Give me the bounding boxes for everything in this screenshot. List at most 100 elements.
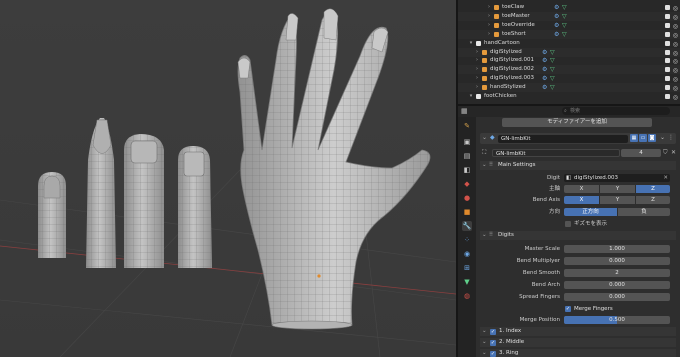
collapse-arrow-icon[interactable]: ▾ [468,92,474,101]
main-settings-panel-header[interactable]: ⌄ ⠿ Main Settings [480,161,676,170]
constraints-tab-icon[interactable]: ⊞ [462,263,472,273]
viewport-toggle-icon[interactable]: ▭ [639,134,647,142]
outliner-item[interactable]: › handStylized ⚙ ▽ ◎ [458,83,680,93]
exclude-checkbox[interactable] [665,67,670,73]
finger-short[interactable] [38,172,66,258]
exclude-checkbox[interactable] [665,49,670,55]
material-tab-icon[interactable]: ◍ [462,291,472,301]
add-modifier-button[interactable]: モディファイアーを追加 [502,118,652,127]
scene-tab-icon[interactable]: ◆ [462,179,472,189]
3d-viewport[interactable] [0,0,456,357]
expand-arrow-icon[interactable]: › [474,56,480,65]
particles-tab-icon[interactable]: ⁘ [462,235,472,245]
modifier-name-field[interactable]: GN-limbKit [498,134,628,143]
ring-enable-checkbox[interactable]: ✓ [490,350,496,357]
mesh-data-icon[interactable]: ▽ [550,56,555,65]
bend-axis-z[interactable]: Z [636,196,670,204]
expand-arrow-icon[interactable]: › [474,83,480,92]
object-tab-icon[interactable]: ■ [462,207,472,217]
tool-tab-icon[interactable]: ✎ [462,121,472,131]
mesh-data-icon[interactable]: ▽ [562,21,567,30]
master-scale-field[interactable]: 1.000 [564,245,670,253]
modifier-wrench-icon[interactable]: ⚙ [542,56,547,65]
outliner-item[interactable]: › digiStylized ⚙ ▽ ◎ [458,47,680,57]
digits-panel-header[interactable]: ⌄ ⠿ Digits [480,231,676,240]
modifier-wrench-icon[interactable]: ⚙ [542,65,547,74]
finger-flat-nail[interactable] [178,146,212,268]
drag-handle-icon[interactable]: ⋮ [668,134,674,141]
digit-object-field[interactable]: ◧ digiStylized.003 ✕ [564,174,670,182]
render-tab-icon[interactable]: ▣ [462,137,472,147]
node-group-field[interactable]: GN-limbKit [492,148,620,157]
exclude-checkbox[interactable] [665,85,670,91]
world-tab-icon[interactable]: ● [462,193,472,203]
physics-tab-icon[interactable]: ◉ [462,249,472,259]
outliner-item[interactable]: ▾ footChicken ◎ [458,92,680,101]
bend-axis-x[interactable]: X [564,196,599,204]
node-tree-icon[interactable]: ⛶ [482,148,486,157]
mesh-data-icon[interactable]: ▽ [562,30,567,39]
main-axis-y[interactable]: Y [600,185,635,193]
modifier-wrench-icon[interactable]: ⚙ [554,21,559,30]
outliner-item[interactable]: ▾ handCartoon ◎ [458,39,680,48]
main-axis-x[interactable]: X [564,185,599,193]
exclude-checkbox[interactable] [665,5,670,10]
exclude-checkbox[interactable] [665,40,670,46]
modifier-wrench-icon[interactable]: ⚙ [542,48,547,57]
modifier-wrench-icon[interactable]: ⚙ [554,12,559,21]
expand-arrow-icon[interactable]: › [474,48,480,57]
collapse-chevron-icon[interactable]: ⌄ [482,134,487,141]
modifier-wrench-icon[interactable]: ⚙ [542,74,547,83]
bend-smooth-field[interactable]: 2 [564,269,670,277]
mesh-data-icon[interactable]: ▽ [550,83,555,92]
outliner-item[interactable]: › digiStylized.001 ⚙ ▽ ◎ [458,56,680,65]
merge-fingers-checkbox[interactable]: ✓ [565,306,571,312]
properties-search-input[interactable]: ⌕ 検索 [562,107,670,115]
exclude-checkbox[interactable] [665,58,670,64]
fake-user-icon[interactable]: ⛉ [663,148,668,157]
bend-arch-field[interactable]: 0.000 [564,281,670,289]
finger-square-nail[interactable] [124,134,164,268]
data-tab-icon[interactable]: ▼ [462,277,472,287]
expand-arrow-icon[interactable]: › [486,12,492,21]
expand-arrow-icon[interactable]: › [486,30,492,39]
index-enable-checkbox[interactable]: ✓ [490,328,496,335]
direction-positive[interactable]: 正方向 [564,208,617,216]
subpanel-ring[interactable]: ⌄ ✓ 3. Ring [480,349,676,357]
outliner-item[interactable]: › toeOverride ⚙ ▽ ◎ [458,21,680,30]
clear-field-icon[interactable]: ✕ [663,174,668,182]
merge-position-slider[interactable]: 0.500 [564,316,670,324]
outliner-item[interactable]: › toeShort ⚙ ▽ ◎ [458,29,680,39]
outliner-item[interactable]: › digiStylized.003 ⚙ ▽ ◎ [458,74,680,83]
outliner[interactable]: › toeClaw ⚙ ▽ ◎ › toeMaster ⚙ ▽ ◎ › toeOverride ⚙ ▽ ◎ ›… [458,0,680,104]
exclude-checkbox[interactable] [665,76,670,82]
users-count[interactable]: 4 [621,148,661,157]
mesh-data-icon[interactable]: ▽ [562,12,567,21]
mesh-data-icon[interactable]: ▽ [550,74,555,83]
dropdown-chevron-icon[interactable]: ⌄ [660,134,665,141]
main-axis-z[interactable]: Z [636,185,670,193]
outliner-item[interactable]: › toeClaw ⚙ ▽ ◎ [458,3,680,12]
exclude-checkbox[interactable] [665,13,670,19]
show-gizmo-checkbox[interactable]: ✓ [565,221,571,227]
exclude-checkbox[interactable] [665,94,670,99]
middle-enable-checkbox[interactable]: ✓ [490,339,496,346]
modifier-tab-icon[interactable]: 🔧 [462,221,472,231]
modifier-wrench-icon[interactable]: ⚙ [542,83,547,92]
unlink-icon[interactable]: ✕ [671,148,676,157]
mesh-data-icon[interactable]: ▽ [550,48,555,57]
expand-arrow-icon[interactable]: › [486,3,492,12]
visibility-icon[interactable]: ◎ [673,93,678,102]
expand-arrow-icon[interactable]: › [474,65,480,74]
expand-arrow-icon[interactable]: › [474,74,480,83]
modifier-wrench-icon[interactable]: ⚙ [554,30,559,39]
outliner-item[interactable]: › digiStylized.002 ⚙ ▽ ◎ [458,65,680,75]
view-layer-tab-icon[interactable]: ◧ [462,165,472,175]
bend-multiplyer-field[interactable]: 0.000 [564,257,670,265]
viewport-canvas[interactable] [0,0,456,357]
subpanel-middle[interactable]: ⌄ ✓ 2. Middle [480,338,676,347]
render-toggle-icon[interactable]: ◙ [648,134,656,142]
exclude-checkbox[interactable] [665,31,670,37]
output-tab-icon[interactable]: ▤ [462,151,472,161]
spread-fingers-field[interactable]: 0.000 [564,293,670,301]
